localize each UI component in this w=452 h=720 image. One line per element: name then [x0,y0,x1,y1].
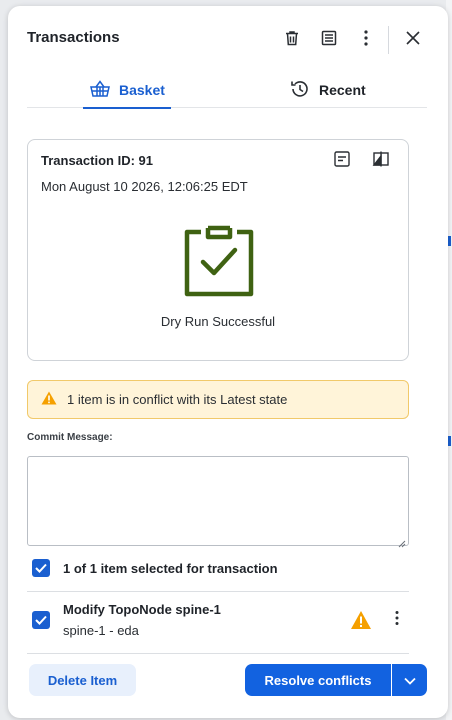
clipboard-check-icon [181,222,257,303]
list-icon [320,29,338,52]
transaction-id: Transaction ID: 91 [41,153,153,168]
resize-grip-icon[interactable] [398,535,406,553]
divider [27,653,409,654]
resolve-options-dropdown[interactable] [392,664,427,696]
tab-bar: Basket Recent [27,72,427,109]
conflict-warning-icon [350,610,372,635]
checkmark-icon [35,615,47,625]
compare-button[interactable] [370,150,392,172]
tab-recent[interactable]: Recent [289,72,366,108]
trash-icon [283,29,301,52]
item-checkbox[interactable] [32,611,50,629]
warning-icon [41,391,57,408]
kebab-icon [394,610,400,631]
side-indicator [448,236,451,246]
document-icon [333,150,351,173]
dry-run-status: Dry Run Successful [160,314,276,329]
close-icon [406,30,420,50]
header-divider [388,26,389,54]
select-all-checkbox[interactable] [32,559,50,577]
divider [27,591,409,592]
tab-basket-label: Basket [119,82,165,98]
side-indicator [448,436,451,446]
transactions-panel: Transactions Basket Recent Transaction I… [8,6,448,718]
item-subtitle: spine-1 - eda [63,623,139,638]
item-title: Modify TopoNode spine-1 [63,602,221,617]
selection-summary: 1 of 1 item selected for transaction [63,561,278,576]
kebab-icon [363,29,369,52]
tab-basket[interactable]: Basket [83,72,171,109]
delete-transaction-button[interactable] [280,28,304,52]
transaction-details-button[interactable] [331,150,353,172]
history-icon [289,78,311,103]
warning-text: 1 item is in conflict with its Latest st… [67,392,288,407]
delete-item-button[interactable]: Delete Item [29,664,136,696]
chevron-down-icon [403,673,416,688]
conflict-warning-banner: 1 item is in conflict with its Latest st… [27,380,409,419]
more-options-button[interactable] [354,28,378,52]
compare-icon [372,150,390,173]
view-list-button[interactable] [317,28,341,52]
transaction-datetime: Mon August 10 2026, 12:06:25 EDT [41,179,248,194]
transaction-card: Transaction ID: 91 Mon August 10 2026, 1… [27,139,409,361]
checkmark-icon [35,563,47,573]
basket-icon [89,79,111,102]
item-more-options-button[interactable] [388,609,406,631]
close-button[interactable] [401,28,425,52]
commit-message-input[interactable] [27,456,409,546]
tab-recent-label: Recent [319,82,366,98]
panel-title: Transactions [27,29,120,46]
resolve-conflicts-button[interactable]: Resolve conflicts [245,664,391,696]
commit-message-label: Commit Message: [27,432,113,443]
